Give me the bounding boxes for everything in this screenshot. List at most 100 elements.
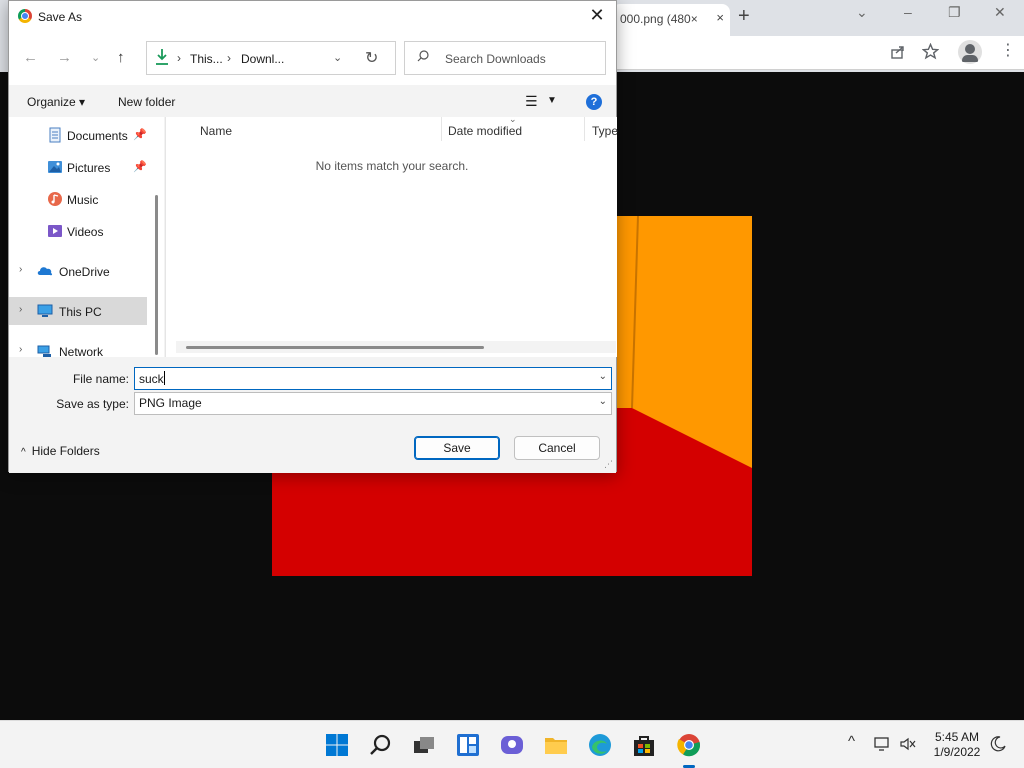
recent-locations-icon[interactable]: ⌄ xyxy=(91,51,100,64)
navigation-pane: Documents 📌 Pictures 📌 Music Videos › On… xyxy=(9,117,164,359)
taskbar: ^ 5:45 AM 1/9/2022 xyxy=(0,720,1024,768)
sidebar-item-label: Music xyxy=(67,193,99,207)
system-clock[interactable]: 5:45 AM 1/9/2022 xyxy=(924,730,990,760)
chevron-up-icon: ^ xyxy=(21,447,26,458)
breadcrumb-separator: › xyxy=(227,51,231,65)
save-as-type-label: Save as type: xyxy=(56,397,129,411)
new-tab-button[interactable]: + xyxy=(738,5,750,28)
sidebar-item-label: Pictures xyxy=(67,161,111,175)
sidebar-item-this-pc[interactable]: › This PC xyxy=(9,297,147,325)
breadcrumb-downloads[interactable]: Downl... xyxy=(241,52,284,66)
sidebar-item-onedrive[interactable]: › OneDrive xyxy=(9,257,147,285)
music-icon xyxy=(48,192,62,206)
clock-time: 5:45 AM xyxy=(934,730,980,744)
menu-icon[interactable]: ⋮ xyxy=(1000,40,1016,60)
cancel-button[interactable]: Cancel xyxy=(514,436,600,460)
tab-close-icon[interactable]: × xyxy=(716,10,724,25)
file-name-value: suck xyxy=(139,372,164,386)
file-explorer-icon[interactable] xyxy=(544,733,568,757)
hide-folders-button[interactable]: ^ Hide Folders xyxy=(21,444,100,458)
column-header-date-modified[interactable]: Date modified xyxy=(448,124,522,138)
onedrive-icon xyxy=(37,267,53,276)
dialog-footer: ^ Hide Folders Save Cancel ⋰ xyxy=(9,421,616,473)
documents-icon xyxy=(49,127,61,143)
address-bar[interactable]: › This... › Downl... ⌄ ↻ xyxy=(146,41,396,75)
column-header-type[interactable]: Type xyxy=(592,124,618,138)
address-dropdown-icon[interactable]: ⌄ xyxy=(333,51,342,64)
resize-grip-icon[interactable]: ⋰ xyxy=(604,459,613,470)
chat-icon[interactable] xyxy=(500,733,524,757)
new-folder-button[interactable]: New folder xyxy=(118,95,175,109)
sidebar-item-music[interactable]: Music xyxy=(9,185,147,213)
task-view-icon[interactable] xyxy=(412,733,436,757)
close-window-button[interactable]: ✕ xyxy=(994,4,1006,21)
save-button[interactable]: Save xyxy=(414,436,500,460)
focus-assist-moon-icon[interactable] xyxy=(990,736,1006,752)
column-divider[interactable] xyxy=(441,117,442,141)
navigation-row: ← → ⌄ ↑ › This... › Downl... ⌄ ↻ Search … xyxy=(9,33,616,85)
hide-folders-label: Hide Folders xyxy=(31,444,100,458)
volume-muted-icon[interactable] xyxy=(900,737,916,751)
search-icon xyxy=(417,50,429,62)
sidebar-item-label: This PC xyxy=(59,305,102,319)
search-input[interactable]: Search Downloads xyxy=(445,52,546,66)
back-icon[interactable]: ← xyxy=(23,49,38,66)
tray-overflow-icon[interactable]: ^ xyxy=(848,733,855,750)
save-as-type-dropdown-icon[interactable]: ⌄ xyxy=(599,396,607,407)
forward-icon[interactable]: → xyxy=(57,49,72,66)
dialog-title-bar: Save As ✕ xyxy=(9,1,616,33)
downloads-icon xyxy=(156,49,168,65)
search-icon[interactable] xyxy=(369,733,393,757)
expand-chevron-icon[interactable]: › xyxy=(19,264,22,275)
chrome-icon xyxy=(18,9,32,23)
empty-message: No items match your search. xyxy=(315,159,469,173)
text-caret xyxy=(163,371,165,385)
profile-icon[interactable] xyxy=(958,40,982,64)
breadcrumb-this-pc[interactable]: This... xyxy=(190,52,223,66)
windows-start-icon[interactable] xyxy=(325,733,349,757)
sidebar-item-videos[interactable]: Videos xyxy=(9,217,147,245)
view-dropdown-icon[interactable]: ▼ xyxy=(547,95,557,106)
sidebar-item-label: Videos xyxy=(67,225,104,239)
horizontal-scrollbar-thumb[interactable] xyxy=(186,346,484,349)
tab-search-icon[interactable]: ⌄ xyxy=(856,4,868,21)
widgets-icon[interactable] xyxy=(456,733,480,757)
file-list: Name ⌄ Date modified Type No items match… xyxy=(165,114,618,357)
dialog-close-icon[interactable]: ✕ xyxy=(586,5,608,27)
sidebar-scrollbar[interactable] xyxy=(155,195,158,355)
search-box[interactable]: Search Downloads xyxy=(404,41,606,75)
pin-icon: 📌 xyxy=(133,161,147,173)
help-icon[interactable]: ? xyxy=(586,94,602,110)
pin-icon: 📌 xyxy=(133,129,147,141)
expand-chevron-icon[interactable]: › xyxy=(19,304,22,315)
save-as-type-select[interactable]: PNG Image ⌄ xyxy=(134,392,612,415)
chrome-icon[interactable] xyxy=(677,733,701,757)
restore-button[interactable]: ❐ xyxy=(948,4,961,21)
breadcrumb-separator: › xyxy=(177,51,181,65)
star-icon[interactable] xyxy=(922,43,939,60)
file-name-field[interactable]: suck ⌄ xyxy=(134,367,612,390)
up-icon[interactable]: ↑ xyxy=(117,49,125,66)
network-status-icon[interactable] xyxy=(874,736,892,752)
save-as-dialog: Save As ✕ ← → ⌄ ↑ › This... › Downl... ⌄… xyxy=(8,0,618,473)
dialog-title: Save As xyxy=(38,10,83,24)
sidebar-item-pictures[interactable]: Pictures 📌 xyxy=(9,153,147,181)
file-name-dropdown-icon[interactable]: ⌄ xyxy=(599,371,607,382)
edge-icon[interactable] xyxy=(588,733,612,757)
store-icon[interactable] xyxy=(632,733,656,757)
browser-tab[interactable]: 000.png (480× × xyxy=(612,4,730,36)
view-options-icon[interactable]: ☰ xyxy=(525,93,538,110)
clock-date: 1/9/2022 xyxy=(933,745,981,759)
column-divider[interactable] xyxy=(584,117,585,141)
sidebar-item-label: Documents xyxy=(67,129,128,143)
minimize-button[interactable]: – xyxy=(904,4,912,20)
refresh-icon[interactable]: ↻ xyxy=(365,48,378,68)
pictures-icon xyxy=(48,161,62,173)
browser-tab-title: 000.png (480× xyxy=(620,12,698,26)
share-icon[interactable] xyxy=(890,44,906,60)
sidebar-item-documents[interactable]: Documents 📌 xyxy=(9,121,147,149)
organize-button[interactable]: Organize ▾ xyxy=(27,95,85,109)
column-header-name[interactable]: Name xyxy=(200,124,232,138)
expand-chevron-icon[interactable]: › xyxy=(19,344,22,355)
file-name-label: File name: xyxy=(72,372,129,386)
